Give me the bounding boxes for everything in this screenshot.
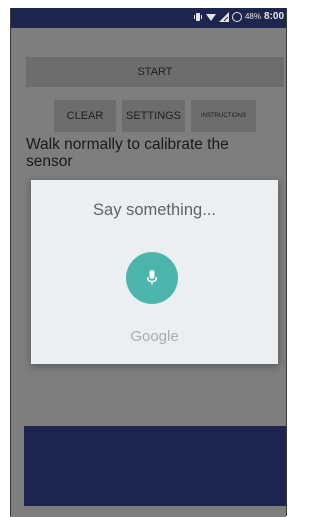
voice-prompt: Say something... [93,201,216,219]
battery-icon [231,11,242,22]
battery-percent: 48% [244,12,261,21]
wifi-icon [205,13,216,21]
google-brand: Google [130,328,179,345]
status-bar: 48% 8:00 [10,8,286,28]
calibration-message: Walk normally to calibrate the sensor [26,136,229,170]
app-screen: 48% 8:00 START CLEAR SETTINGS INSTRUCTIO… [10,8,286,517]
bottom-panel [24,426,286,506]
settings-button[interactable]: SETTINGS [122,100,185,132]
microphone-icon [146,270,158,285]
microphone-button[interactable] [126,252,178,304]
signal-icon [218,11,229,22]
status-icons: 48% 8:00 [193,11,284,22]
start-button[interactable]: START [26,57,284,87]
vibrate-icon [193,12,202,21]
clear-button[interactable]: CLEAR [54,100,116,132]
clock: 8:00 [263,11,284,22]
instructions-button[interactable]: INSTRUCTIONS [191,100,256,132]
voice-input-dialog: Say something... Google [31,180,278,364]
